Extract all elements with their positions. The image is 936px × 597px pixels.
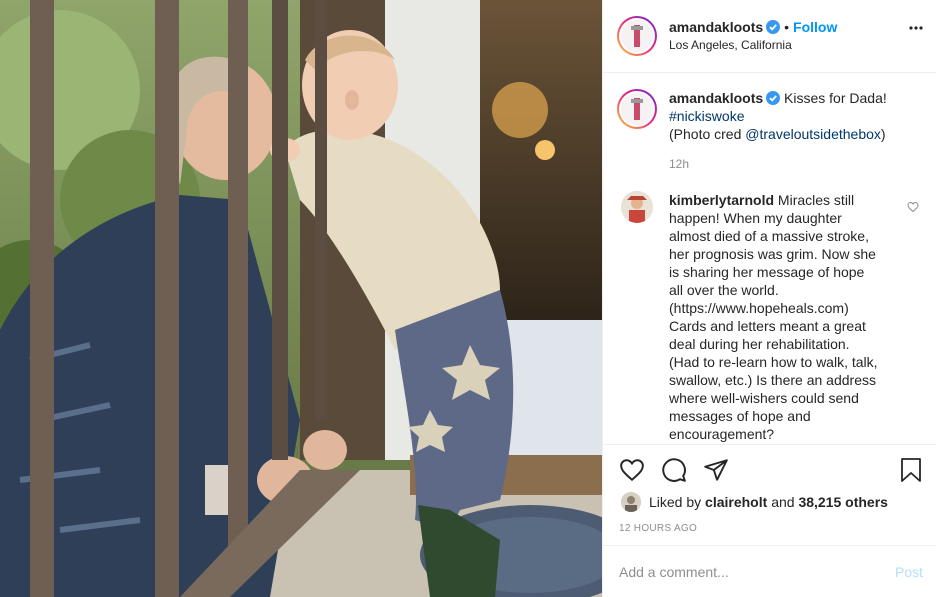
like-comment-heart-icon[interactable] <box>907 201 919 213</box>
verified-badge-icon <box>766 91 781 105</box>
comment-text: Miracles still happen! When my daughter … <box>669 192 878 442</box>
post-location[interactable]: Los Angeles, California <box>669 36 837 54</box>
verified-badge-icon <box>766 20 781 34</box>
caption-time[interactable]: 12h <box>669 155 919 173</box>
separator-dot: • <box>784 19 790 35</box>
liker-username[interactable]: claireholt <box>705 494 767 510</box>
likes-count[interactable]: 38,215 others <box>798 494 888 510</box>
likes-summary: Liked by claireholt and 38,215 others <box>621 492 888 512</box>
commenter-avatar[interactable] <box>621 191 653 223</box>
post-comment-button[interactable]: Post <box>895 564 923 580</box>
post-detail-panel: amandakloots • Follow Los Angeles, Califo… <box>602 0 936 597</box>
author-username[interactable]: amandakloots <box>669 19 763 35</box>
caption-username[interactable]: amandakloots <box>669 90 763 106</box>
caption-text: Kisses for Dada! <box>784 90 887 106</box>
post-image <box>0 0 602 597</box>
add-comment-bar: Post <box>603 545 936 597</box>
comment-username[interactable]: kimberlytarnold <box>669 192 774 208</box>
post-header: amandakloots • Follow Los Angeles, Califo… <box>603 0 936 73</box>
caption-avatar[interactable] <box>617 89 657 129</box>
like-heart-icon[interactable] <box>619 457 645 483</box>
comments-list[interactable]: amandakloots Kisses for Dada! #nickiswok… <box>603 73 936 444</box>
post-timestamp[interactable]: 12 HOURS AGO <box>619 523 697 534</box>
comment-item: kimberlytarnold Miracles still happen! W… <box>617 191 921 443</box>
post-caption: amandakloots Kisses for Dada! #nickiswok… <box>617 89 921 173</box>
add-comment-input[interactable] <box>619 563 895 580</box>
hashtag-link[interactable]: #nickiswoke <box>669 108 744 124</box>
credit-mention-link[interactable]: @traveloutsidethebox <box>745 126 881 142</box>
comment-bubble-icon[interactable] <box>661 457 687 483</box>
follow-button[interactable]: Follow <box>793 19 837 35</box>
liker-avatar[interactable] <box>621 492 641 512</box>
likes-prefix: Liked by <box>649 494 702 510</box>
share-paper-plane-icon[interactable] <box>703 457 729 483</box>
more-options-icon[interactable] <box>909 26 923 30</box>
credit-prefix: (Photo cred <box>669 126 746 142</box>
save-bookmark-icon[interactable] <box>899 457 923 483</box>
likes-middle: and <box>771 494 795 510</box>
author-avatar[interactable] <box>617 16 657 56</box>
post-photo[interactable] <box>0 0 602 597</box>
credit-suffix: ) <box>880 126 886 142</box>
